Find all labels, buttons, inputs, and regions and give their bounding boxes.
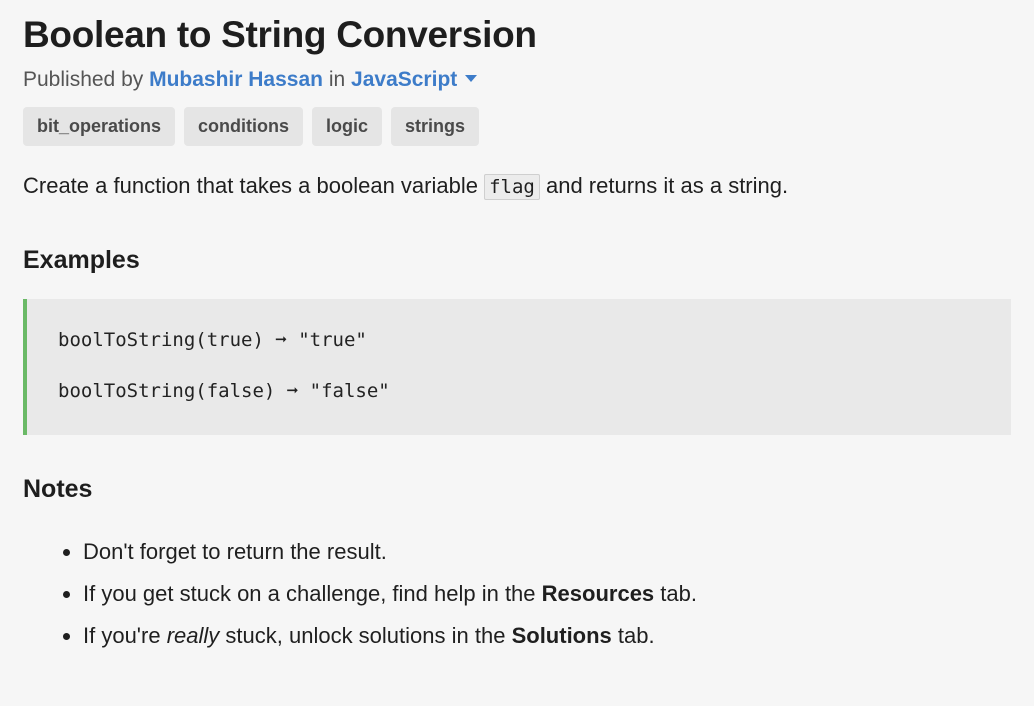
- byline: Published by Mubashir Hassan in JavaScri…: [23, 68, 478, 92]
- note-item: If you get stuck on a challenge, find he…: [83, 577, 697, 619]
- note-text-after: tab.: [660, 581, 697, 606]
- notes-heading: Notes: [23, 475, 93, 503]
- note-text-after: tab.: [617, 623, 655, 648]
- examples-heading: Examples: [23, 246, 140, 274]
- example-line: boolToString(false) ➞ "false": [58, 380, 390, 402]
- tag-list: bit_operations conditions logic strings: [23, 107, 480, 146]
- tag-conditions[interactable]: conditions: [184, 107, 304, 146]
- resources-tab-reference: Resources: [541, 581, 655, 606]
- examples-code-block: boolToString(true) ➞ "true" boolToString…: [23, 299, 1011, 435]
- note-item: Don't forget to return the result.: [83, 535, 697, 577]
- example-line: boolToString(true) ➞ "true": [58, 329, 367, 351]
- author-link[interactable]: Mubashir Hassan: [149, 68, 323, 91]
- challenge-page: Boolean to String Conversion Published b…: [0, 0, 1034, 706]
- note-item: If you're really stuck, unlock solutions…: [83, 619, 697, 661]
- in-word: in: [328, 68, 346, 91]
- solutions-tab-reference: Solutions: [511, 623, 612, 648]
- note-emphasis: really: [166, 623, 220, 648]
- notes-list: Don't forget to return the result. If yo…: [23, 535, 697, 661]
- language-dropdown[interactable]: JavaScript: [351, 68, 478, 91]
- tag-strings[interactable]: strings: [391, 107, 480, 146]
- tag-bit-operations[interactable]: bit_operations: [23, 107, 176, 146]
- inline-code-flag: flag: [484, 174, 540, 200]
- page-title: Boolean to String Conversion: [23, 14, 537, 55]
- challenge-description: Create a function that takes a boolean v…: [23, 170, 788, 203]
- description-text-after: and returns it as a string.: [545, 173, 789, 198]
- note-text-before: If you're: [83, 623, 161, 648]
- note-text: Don't forget to return the result.: [83, 539, 387, 564]
- tag-logic[interactable]: logic: [312, 107, 383, 146]
- note-text-before: If you get stuck on a challenge, find he…: [83, 581, 536, 606]
- note-text-middle: stuck, unlock solutions in the: [225, 623, 506, 648]
- language-label: JavaScript: [351, 68, 458, 91]
- published-prefix: Published by: [23, 68, 144, 91]
- description-text-before: Create a function that takes a boolean v…: [23, 173, 478, 198]
- caret-down-icon: [465, 74, 478, 82]
